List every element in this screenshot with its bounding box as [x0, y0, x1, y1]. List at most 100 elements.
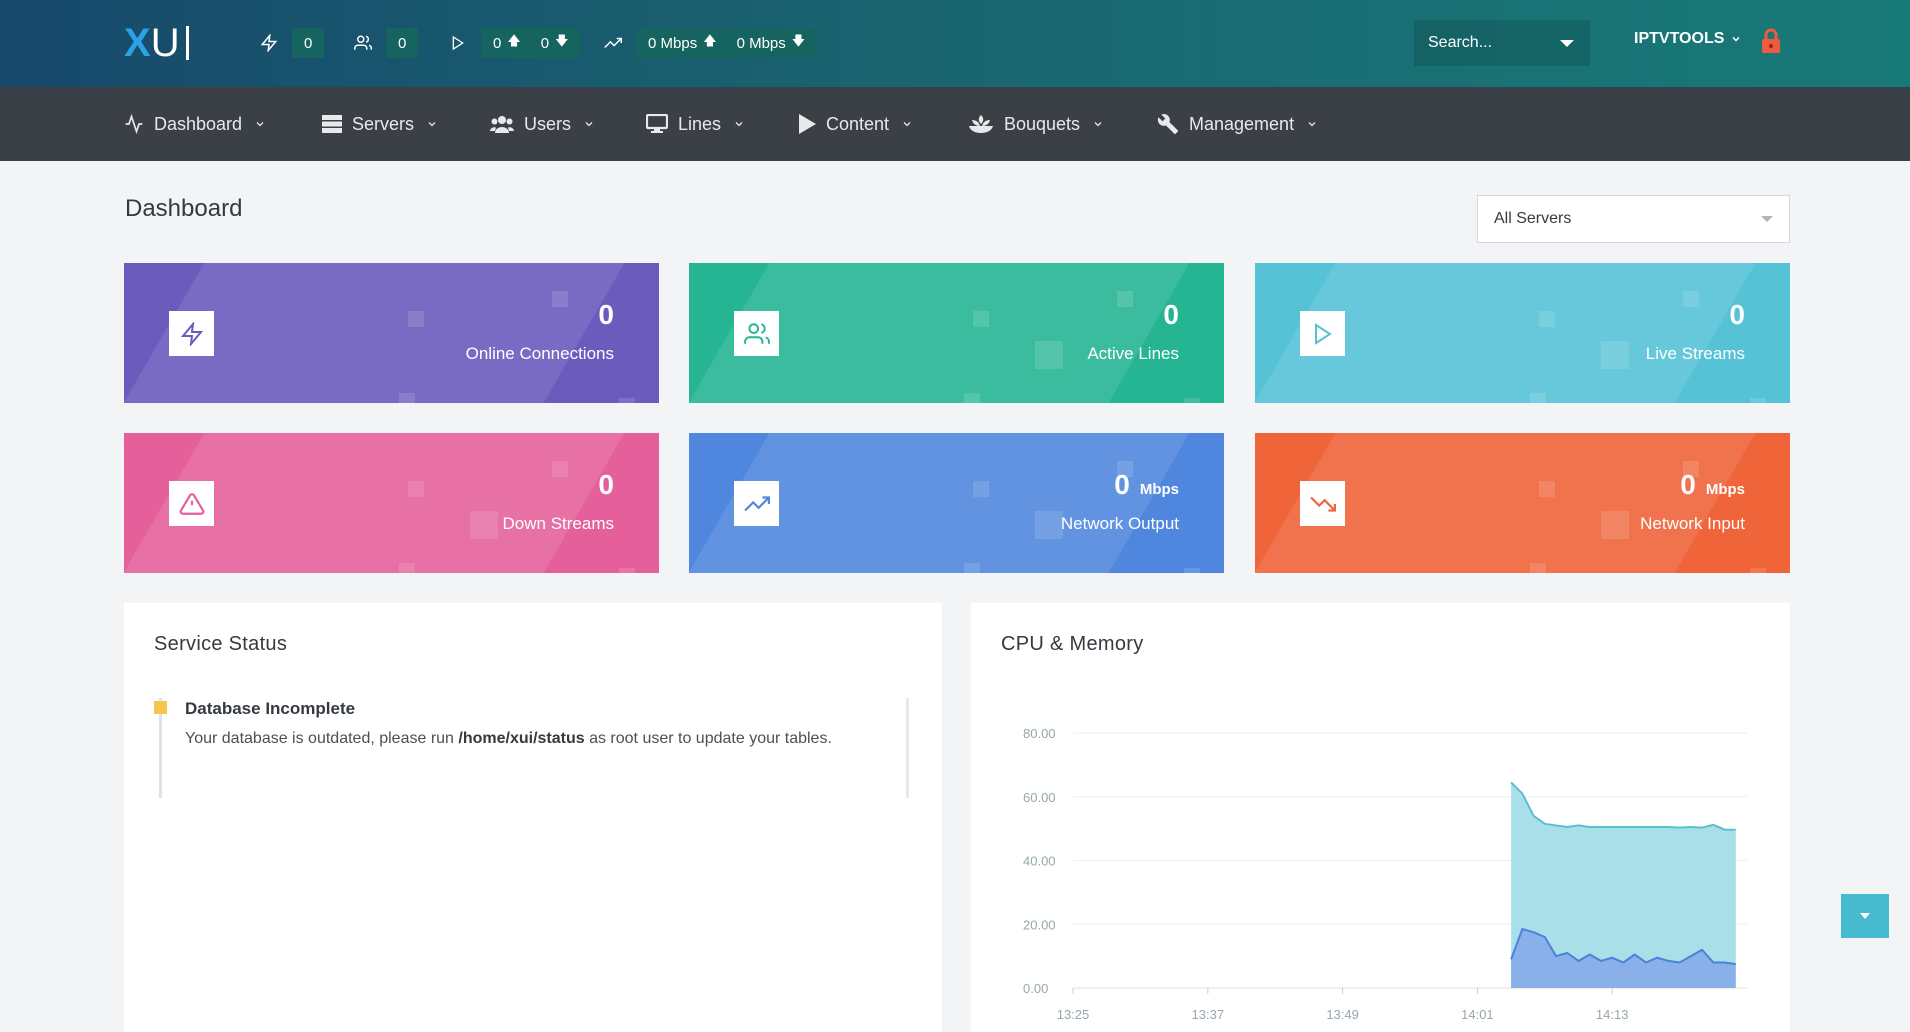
- nav-servers-label: Servers: [352, 113, 415, 134]
- card-label: Network Output: [1060, 514, 1179, 533]
- chevron-down-icon: [735, 122, 743, 127]
- users-count: 0: [398, 34, 407, 52]
- play-icon: [799, 114, 816, 134]
- users-icon: [734, 311, 779, 356]
- card-value: 0: [1163, 299, 1179, 330]
- nav-dashboard-label: Dashboard: [154, 113, 243, 134]
- users-icon: [490, 116, 514, 133]
- bandwidth-stat[interactable]: 0 Mbps 🡅 0 Mbps 🡇: [602, 28, 818, 58]
- alert-triangle-icon: [169, 481, 214, 526]
- nav-lines[interactable]: Lines: [646, 87, 745, 161]
- arrow-down-icon: 🡇: [555, 33, 569, 48]
- x-tick-label: 13:49: [1326, 1007, 1359, 1022]
- nav-users[interactable]: Users: [490, 87, 595, 161]
- service-status-title: Service Status: [154, 633, 288, 655]
- streams-up-count: 0: [493, 34, 502, 52]
- zap-icon: [258, 32, 280, 54]
- card-value: 0: [598, 469, 614, 500]
- memory-series-line: [1510, 781, 1736, 831]
- caret-down-icon: [1560, 39, 1574, 47]
- nav-content-label: Content: [826, 113, 890, 134]
- connections-count: 0: [304, 34, 313, 52]
- nav-management[interactable]: Management: [1157, 87, 1318, 161]
- card-unit: Mbps: [1139, 481, 1179, 498]
- search-dropdown[interactable]: Search...: [1414, 20, 1590, 66]
- server-filter-select[interactable]: All Servers: [1477, 195, 1790, 243]
- nav-lines-label: Lines: [678, 113, 722, 134]
- nav-servers[interactable]: Servers: [322, 87, 438, 161]
- chevron-down-icon: [903, 122, 911, 127]
- page-title: Dashboard: [125, 195, 243, 222]
- bandwidth-out: 0 Mbps: [648, 34, 698, 52]
- card-network-input[interactable]: 0 Mbps Network Input: [1255, 433, 1790, 573]
- chevron-down-icon: [1094, 122, 1102, 127]
- trending-up-icon: [734, 481, 779, 526]
- card-value: 0: [1729, 299, 1745, 330]
- nav-bouquets[interactable]: Bouquets: [968, 87, 1104, 161]
- chevron-down-icon: [256, 122, 264, 127]
- play-icon: [447, 32, 469, 54]
- card-value: 0: [598, 299, 614, 330]
- card-live-streams[interactable]: 0 Live Streams: [1255, 263, 1790, 403]
- y-tick-label: 40.00: [1023, 854, 1056, 869]
- y-tick-label: 60.00: [1023, 790, 1056, 805]
- nav-content[interactable]: Content: [798, 87, 913, 161]
- chevron-down-icon: [428, 122, 436, 127]
- status-item-title: Database Incomplete: [185, 699, 356, 718]
- nav-users-label: Users: [524, 113, 572, 134]
- status-warning-marker: [154, 701, 167, 714]
- play-icon: [1300, 311, 1345, 356]
- cpu-memory-panel: CPU & Memory 0.00 20.00 40.00 60.00 80.00 13:…: [971, 603, 1790, 1032]
- xui-logo[interactable]: X U: [124, 20, 189, 65]
- connections-stat[interactable]: 0: [258, 28, 325, 58]
- status-item-message: Your database is outdated, please run /h…: [185, 730, 832, 747]
- x-tick-label: 13:37: [1192, 1007, 1225, 1022]
- caret-down-icon: [1761, 216, 1773, 222]
- x-tick-label: 14:01: [1461, 1007, 1494, 1022]
- y-tick-label: 0.00: [1023, 981, 1048, 996]
- streams-stat[interactable]: 0 🡅 0 🡇: [447, 28, 581, 58]
- monitor-icon: [646, 114, 668, 133]
- card-label: Network Input: [1640, 514, 1745, 533]
- zap-icon: [169, 311, 214, 356]
- top-bar: X U 0 0 0 🡅 0 🡇 0 Mbps 🡅 0 Mbps 🡇 Search…: [0, 0, 1910, 87]
- bouquet-icon: [969, 115, 993, 133]
- server-icon: [322, 115, 342, 133]
- wrench-icon: [1157, 114, 1179, 135]
- users-icon: [352, 32, 374, 54]
- y-tick-label: 80.00: [1023, 726, 1056, 741]
- card-value: 0: [1114, 469, 1130, 500]
- bandwidth-in: 0 Mbps: [736, 34, 786, 52]
- card-unit: Mbps: [1705, 481, 1745, 498]
- chevron-down-icon: [585, 122, 593, 127]
- nav-dashboard[interactable]: Dashboard: [124, 87, 266, 161]
- card-label: Down Streams: [502, 514, 614, 533]
- arrow-up-icon: 🡅: [507, 33, 521, 48]
- nav-management-label: Management: [1189, 113, 1295, 134]
- user-menu[interactable]: IPTVTOOLS: [1634, 30, 1742, 48]
- status-command: /home/xui/status: [458, 730, 585, 747]
- card-network-output[interactable]: 0 Mbps Network Output: [689, 433, 1224, 573]
- server-filter-value: All Servers: [1494, 210, 1572, 227]
- trending-down-icon: [1300, 481, 1345, 526]
- chevron-down-icon: [1308, 122, 1316, 127]
- trending-up-icon: [602, 32, 624, 54]
- card-online-connections[interactable]: 0 Online Connections: [124, 263, 659, 403]
- caret-down-icon: [1860, 913, 1870, 919]
- card-down-streams[interactable]: 0 Down Streams: [124, 433, 659, 573]
- scroll-toggle-button[interactable]: [1841, 894, 1889, 938]
- streams-down-count: 0: [540, 34, 550, 52]
- nav-bouquets-label: Bouquets: [1004, 113, 1081, 134]
- username: IPTVTOOLS: [1634, 30, 1725, 47]
- card-label: Active Lines: [1087, 344, 1179, 363]
- activity-icon: [125, 114, 143, 134]
- cpu-memory-chart: 0.00 20.00 40.00 60.00 80.00 13:25 13:37 13:49 1…: [1023, 726, 1747, 1022]
- service-status-panel: Service Status Database Incomplete Your …: [124, 603, 942, 1032]
- search-placeholder: Search...: [1428, 34, 1493, 51]
- scrollbar[interactable]: [906, 698, 909, 798]
- users-stat[interactable]: 0: [352, 28, 419, 58]
- lock-icon[interactable]: [1760, 28, 1782, 59]
- main-nav: Dashboard Servers Users Lines Content Bo…: [0, 87, 1910, 161]
- logo-x: X: [124, 20, 151, 65]
- card-active-lines[interactable]: 0 Active Lines: [689, 263, 1224, 403]
